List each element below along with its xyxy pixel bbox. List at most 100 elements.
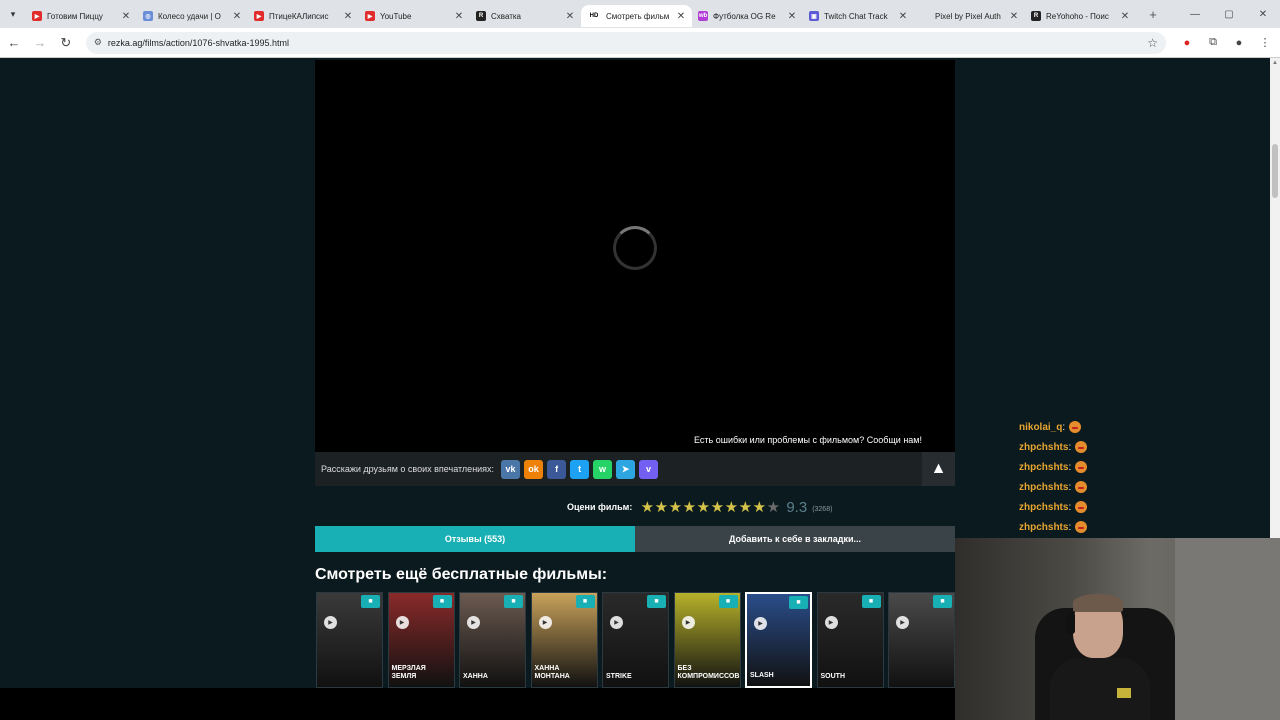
webcam-wall-light [1175, 538, 1280, 720]
reload-button[interactable]: ↻ [54, 31, 78, 55]
tab-favicon-icon: ▶ [32, 11, 42, 21]
browser-tab[interactable]: ▶ YouTube ✕ [359, 5, 470, 27]
film-poster[interactable]: ■ ▶ ХАННА МОНТАНА [530, 592, 598, 688]
film-poster-title: БЕЗ КОМПРОМИССОВ [677, 665, 740, 680]
profile-avatar-icon[interactable]: ● [1228, 32, 1250, 54]
browser-toolbar: ← → ↻ ⚙ rezka.ag/films/action/1076-shvat… [0, 28, 1280, 58]
back-button[interactable]: ← [2, 31, 26, 55]
report-problem-link[interactable]: Есть ошибки или проблемы с фильмом? Сооб… [694, 435, 922, 445]
tab-close-icon[interactable]: ✕ [1009, 11, 1019, 22]
share-vk-button[interactable]: vk [501, 459, 521, 479]
extension-badge-icon[interactable]: ● [1176, 32, 1198, 54]
chat-username[interactable]: nikolai_q [1019, 422, 1062, 433]
chat-message: zhpchshts: [1019, 478, 1269, 498]
tab-close-icon[interactable]: ✕ [454, 11, 464, 22]
chat-username[interactable]: zhpchshts [1019, 502, 1068, 513]
chat-username[interactable]: zhpchshts [1019, 482, 1068, 493]
rating-star-icon[interactable]: ★ [752, 500, 766, 515]
film-poster[interactable]: ■ ▶ STRIKE [602, 592, 669, 688]
browser-menu-icon[interactable]: ⋮ [1254, 32, 1276, 54]
maximize-icon[interactable]: ▢ [1212, 0, 1246, 28]
address-bar[interactable]: ⚙ rezka.ag/films/action/1076-shvatka-199… [85, 31, 1166, 54]
tab-close-icon[interactable]: ✕ [898, 11, 908, 22]
scrollbar-thumb[interactable] [1272, 144, 1278, 198]
browser-tab[interactable]: ▣ Twitch Chat Track ✕ [803, 5, 914, 27]
extensions-puzzle-icon[interactable]: ⧉ [1202, 32, 1224, 54]
browser-tab[interactable]: ▶ Готовим Пиццу ✕ [26, 5, 137, 27]
close-window-icon[interactable]: ✕ [1246, 0, 1280, 28]
film-poster-title: SLASH [750, 672, 774, 679]
chat-emote-icon [1075, 461, 1088, 474]
rating-star-icon[interactable]: ★ [710, 500, 724, 515]
bookmark-star-icon[interactable]: ☆ [1147, 36, 1158, 50]
browser-tab[interactable]: wb Футболка OG Re ✕ [692, 5, 803, 27]
report-bell-icon[interactable]: ▲ [922, 452, 955, 486]
rating-star-icon[interactable]: ★ [682, 500, 696, 515]
tab-close-icon[interactable]: ✕ [676, 11, 686, 22]
share-viber-button[interactable]: v [639, 459, 659, 479]
film-poster[interactable]: ■ ▶ [888, 592, 955, 688]
browser-tab[interactable]: ◎ Колесо удачи | О ✕ [137, 5, 248, 27]
new-tab-button[interactable]: + [1142, 3, 1164, 25]
tab-label: Схватка [491, 11, 521, 21]
share-telegram-button[interactable]: ➤ [616, 459, 636, 479]
site-info-icon[interactable]: ⚙ [94, 37, 102, 48]
rating-star-icon[interactable]: ★ [766, 500, 780, 515]
tab-close-icon[interactable]: ✕ [343, 11, 353, 22]
forward-button[interactable]: → [28, 31, 52, 55]
rating-star-icon[interactable]: ★ [668, 500, 682, 515]
tab-favicon-icon: HD [587, 11, 601, 21]
play-icon[interactable]: ▶ [824, 616, 838, 629]
chat-username[interactable]: zhpchshts [1019, 522, 1068, 533]
webcam-overlay [955, 538, 1280, 720]
browser-tab[interactable]: HD Смотреть фильм ✕ [581, 5, 692, 27]
film-poster[interactable]: ■ ▶ [316, 592, 383, 688]
rating-stars[interactable]: ★ ★ ★ ★ ★ ★ ★ ★ ★ ★ [640, 500, 780, 515]
share-whatsapp-button[interactable]: w [593, 459, 613, 479]
tab-favicon-icon [920, 11, 930, 21]
rating-star-icon[interactable]: ★ [696, 500, 710, 515]
chat-colon: : [1068, 482, 1072, 493]
browser-tab[interactable]: Pixel by Pixel Auth ✕ [914, 5, 1025, 27]
play-icon[interactable]: ▶ [681, 616, 695, 629]
share-facebook-button[interactable]: f [547, 459, 567, 479]
film-poster[interactable]: ■ ▶ SLASH [745, 592, 812, 688]
film-poster[interactable]: ■ ▶ ХАННА [459, 592, 526, 688]
play-icon[interactable]: ▶ [538, 616, 552, 629]
chat-username[interactable]: zhpchshts [1019, 442, 1068, 453]
play-icon[interactable]: ▶ [896, 616, 909, 629]
scroll-up-icon[interactable]: ▲ [1271, 60, 1279, 66]
play-icon[interactable]: ▶ [467, 616, 480, 629]
tab-close-icon[interactable]: ✕ [565, 11, 575, 22]
webcam-person-body [1050, 658, 1150, 720]
video-camera-icon: ■ [789, 596, 808, 609]
minimize-icon[interactable]: — [1178, 0, 1212, 28]
share-odnoklassniki-button[interactable]: ok [524, 459, 544, 479]
film-poster[interactable]: ■ ▶ МЕРЗЛАЯ ЗЕМЛЯ [387, 592, 455, 688]
rating-star-icon[interactable]: ★ [654, 500, 668, 515]
rating-star-icon[interactable]: ★ [738, 500, 752, 515]
tab-search-menu[interactable]: ▾ [0, 0, 26, 28]
more-films-list: ■ ▶ ■ ▶ МЕРЗЛАЯ ЗЕМЛЯ ■ ▶ ХАННА ■ ▶ ХАННА МОНТАНА ■… [316, 592, 960, 688]
tab-label: YouTube [380, 11, 412, 21]
rating-star-icon[interactable]: ★ [640, 500, 654, 515]
browser-tab[interactable]: R Схватка ✕ [470, 5, 581, 27]
chat-username[interactable]: zhpchshts [1019, 462, 1068, 473]
play-icon[interactable]: ▶ [610, 616, 623, 629]
play-icon[interactable]: ▶ [754, 617, 767, 630]
film-poster[interactable]: ■ ▶ БЕЗ КОМПРОМИССОВ [673, 592, 741, 688]
tab-close-icon[interactable]: ✕ [1120, 11, 1130, 22]
play-icon[interactable]: ▶ [324, 616, 337, 629]
video-player[interactable]: Есть ошибки или проблемы с фильмом? Сооб… [315, 60, 955, 452]
share-twitter-button[interactable]: t [570, 459, 590, 479]
rating-star-icon[interactable]: ★ [724, 500, 738, 515]
tab-close-icon[interactable]: ✕ [232, 11, 242, 22]
tab-close-icon[interactable]: ✕ [121, 11, 131, 22]
film-poster[interactable]: ■ ▶ SOUTH [816, 592, 884, 688]
add-bookmark-button[interactable]: Добавить к себе в закладки... [635, 526, 955, 552]
tab-close-icon[interactable]: ✕ [787, 11, 797, 22]
reviews-button[interactable]: Отзывы (553) [315, 526, 635, 552]
browser-tab[interactable]: ▶ ПтицеКАЛипсис ✕ [248, 5, 359, 27]
play-icon[interactable]: ▶ [395, 616, 409, 629]
browser-tab[interactable]: R ReYohoho - Поис ✕ [1025, 5, 1136, 27]
